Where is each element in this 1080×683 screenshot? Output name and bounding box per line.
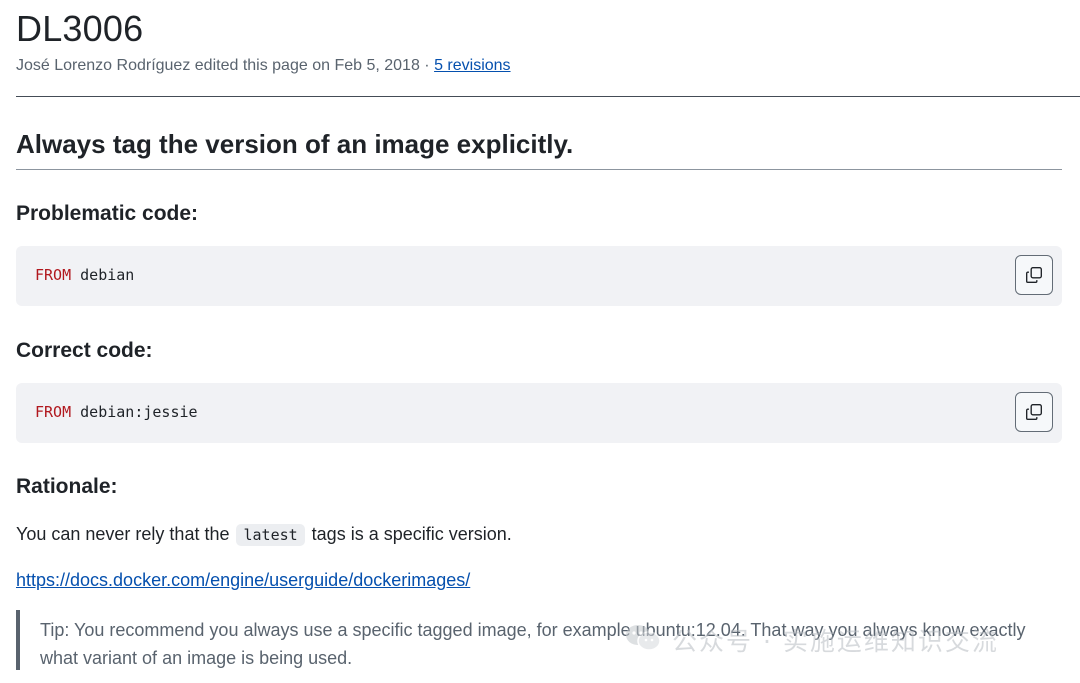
code-keyword: FROM	[35, 403, 72, 421]
copy-icon	[1025, 403, 1043, 421]
tip-blockquote: Tip: You recommend you always use a spec…	[16, 610, 1062, 670]
code-text: debian:jessie	[71, 403, 198, 421]
inline-code-latest: latest	[236, 524, 305, 546]
rationale-text: You can never rely that the latest tags …	[16, 521, 512, 548]
copy-button[interactable]	[1015, 392, 1053, 432]
problematic-code-line: FROM debian	[35, 265, 134, 285]
correct-code-heading: Correct code:	[16, 339, 153, 362]
edit-meta: José Lorenzo Rodríguez edited this page …	[16, 56, 511, 76]
header-divider	[16, 96, 1080, 97]
rationale-text-after: tags is a specific version.	[306, 524, 512, 544]
docker-docs-link[interactable]: https://docs.docker.com/engine/userguide…	[16, 570, 470, 590]
editor-line: José Lorenzo Rodríguez edited this page …	[16, 57, 435, 74]
revisions-link[interactable]: 5 revisions	[434, 57, 510, 74]
tip-text: Tip: You recommend you always use a spec…	[40, 620, 1026, 668]
copy-icon	[1025, 266, 1043, 284]
correct-code-line: FROM debian:jessie	[35, 402, 198, 422]
problematic-code-heading: Problematic code:	[16, 202, 199, 225]
code-text: debian	[71, 266, 135, 284]
page-title: DL3006	[16, 8, 144, 49]
rule-heading: Always tag the version of an image expli…	[16, 129, 574, 159]
rationale-text-before: You can never rely that the	[16, 524, 235, 544]
code-keyword: FROM	[35, 266, 72, 284]
correct-code-block: FROM debian:jessie	[16, 383, 1062, 443]
heading-divider	[16, 169, 1062, 170]
problematic-code-block: FROM debian	[16, 246, 1062, 306]
copy-button[interactable]	[1015, 255, 1053, 295]
docs-link-paragraph: https://docs.docker.com/engine/userguide…	[16, 567, 470, 593]
rationale-heading: Rationale:	[16, 475, 118, 498]
